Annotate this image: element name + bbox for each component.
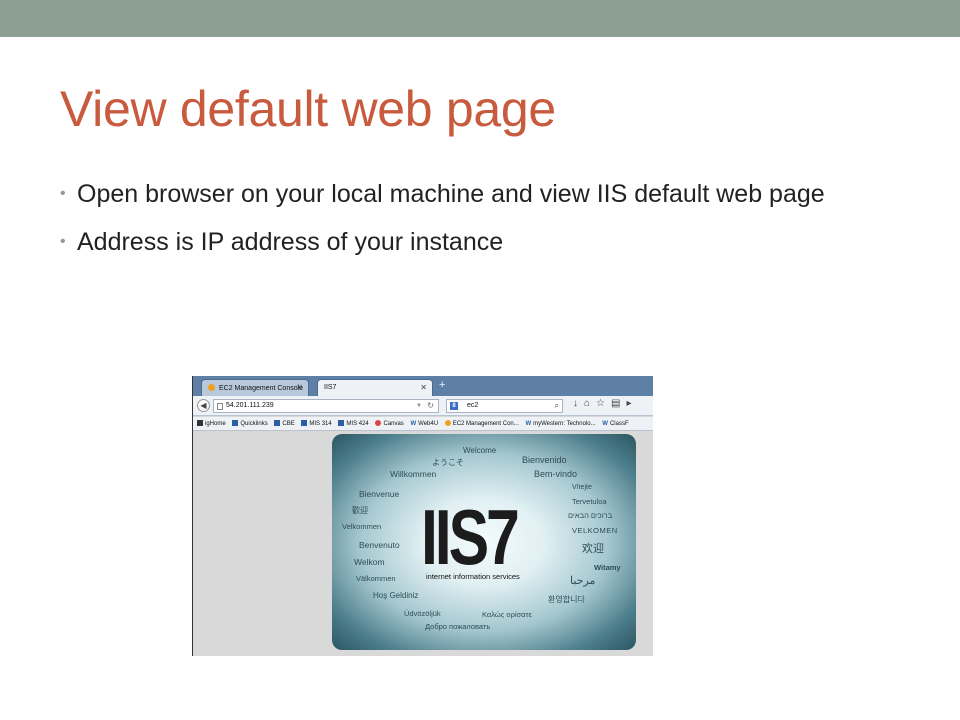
address-value: 54.201.111.239 (226, 402, 274, 409)
search-value: ec2 (467, 402, 479, 409)
bookmark-icon (375, 420, 382, 426)
welcome-word: Üdvözöljük (404, 609, 441, 618)
bullet-text: Address is IP address of your instance (77, 228, 504, 256)
bookmark-item[interactable]: W ClassF (602, 417, 629, 430)
toolbar-icons: ↓⌂☆▤▸ (573, 398, 638, 409)
bookmark-label: myWestern: Technolo... (533, 421, 596, 427)
new-tab-button[interactable]: + (439, 379, 445, 391)
address-bar[interactable]: 54.201.111.239 ▼ ↻ (213, 399, 439, 413)
welcome-word: Bienvenido (522, 455, 567, 465)
bookmark-label: MIS 424 (346, 421, 369, 427)
welcome-word: Vítejte (572, 484, 592, 491)
slide-title: View default web page (60, 81, 556, 137)
bookmark-icon: W (410, 421, 417, 427)
bookmark-item[interactable]: CBE (274, 417, 295, 430)
page-icon (217, 403, 223, 410)
refresh-icon[interactable]: ↻ (427, 400, 434, 412)
page-content: Welcome ようこそ Bienvenido Willkommen Bem-v… (193, 432, 653, 656)
bookmark-icon (338, 420, 345, 426)
bookmark-item[interactable]: MIS 424 (338, 417, 369, 430)
bookmark-label: CBE (282, 421, 295, 427)
top-accent-band (0, 0, 960, 37)
bullet-list: • Open browser on your local machine and … (60, 175, 910, 271)
star-icon[interactable]: ☆ (596, 398, 611, 409)
bookmark-label: ClassF (609, 421, 629, 427)
search-engine-icon[interactable]: 8 (450, 402, 458, 410)
welcome-word: Welkom (354, 557, 385, 567)
welcome-word: Tervetuloa (572, 497, 607, 506)
welcome-word: Bem-vindo (534, 469, 578, 479)
welcome-word: Velkommen (342, 522, 382, 531)
aws-icon (208, 384, 215, 391)
bookmark-label: Canvas (383, 421, 404, 427)
navigation-bar: ◀ 54.201.111.239 ▼ ↻ 8 ec2 ⌕ ↓⌂☆▤▸ (193, 396, 653, 416)
bookmark-icon (232, 420, 239, 426)
welcome-word: Bienvenue (359, 489, 400, 499)
tab-label: IIS7 (324, 384, 337, 391)
bullet-icon: • (60, 233, 66, 250)
tab-label: EC2 Management Console (219, 385, 304, 392)
bullet-icon: • (60, 185, 66, 202)
welcome-word: Welcome (463, 446, 497, 455)
tab-bar: EC2 Management Console ✕ IIS7 ✕ + (193, 376, 653, 396)
bookmarks-bar: igHome Quicklinks CBE MIS 314 MIS 424 Ca… (193, 417, 653, 431)
bookmark-item[interactable]: WmyWestern: Technolo... (525, 417, 596, 430)
home-icon[interactable]: ⌂ (584, 398, 596, 409)
bullet-item: • Address is IP address of your instance (60, 223, 910, 261)
browser-screenshot: EC2 Management Console ✕ IIS7 ✕ + ◀ 54.2… (192, 376, 653, 656)
bookmark-icon (197, 420, 203, 426)
welcome-word: VELKOMEN (572, 526, 618, 535)
welcome-word: ようこそ (432, 458, 464, 467)
search-box[interactable]: 8 ec2 ⌕ (446, 399, 563, 413)
back-icon[interactable]: ◀ (197, 399, 210, 412)
bookmark-icon: W (525, 421, 532, 427)
bookmark-label: MIS 314 (309, 421, 332, 427)
bookmark-label: Web4U (418, 421, 439, 427)
clipboard-icon[interactable]: ▤ (611, 398, 626, 409)
bookmark-label: igHome (205, 421, 226, 427)
welcome-word: ברוכים הבאים (568, 511, 613, 520)
welcome-word: Добро пожаловать (425, 622, 491, 631)
welcome-word: 歡迎 (352, 506, 368, 515)
bookmark-item[interactable]: igHome (197, 417, 226, 430)
tab-iis7[interactable]: IIS7 ✕ (317, 379, 433, 396)
close-icon[interactable]: ✕ (420, 383, 427, 392)
welcome-word: مرحبا (570, 575, 596, 587)
bookmark-icon (444, 420, 451, 426)
bullet-item: • Open browser on your local machine and … (60, 175, 910, 213)
welcome-word: 환영합니다 (548, 595, 585, 604)
welcome-word: Välkommen (356, 574, 396, 583)
dropdown-icon[interactable]: ▼ (416, 400, 422, 412)
tab-ec2-console[interactable]: EC2 Management Console ✕ (201, 379, 309, 396)
bookmark-item[interactable]: MIS 314 (301, 417, 332, 430)
welcome-word: Willkommen (390, 469, 437, 479)
welcome-word: Hoş Geldiniz (373, 591, 419, 600)
bookmark-item[interactable]: EC2 Management Con... (444, 417, 519, 430)
overflow-icon[interactable]: ▸ (626, 398, 637, 409)
bookmark-icon (274, 420, 281, 426)
bookmark-item[interactable]: W Web4U (410, 417, 439, 430)
iis-welcome-image: Welcome ようこそ Bienvenido Willkommen Bem-v… (332, 434, 636, 650)
welcome-word: Benvenuto (359, 540, 400, 550)
search-icon[interactable]: ⌕ (555, 400, 559, 412)
bookmark-icon (301, 420, 308, 426)
download-icon[interactable]: ↓ (573, 398, 584, 409)
welcome-word: Witamy (594, 563, 621, 572)
bookmark-item[interactable]: Canvas (375, 417, 404, 430)
bookmark-label: EC2 Management Con... (452, 421, 519, 427)
iis-subtitle: internet information services (426, 572, 520, 581)
bullet-text: Open browser on your local machine and v… (77, 180, 825, 208)
bookmark-icon: W (602, 421, 608, 427)
close-icon[interactable]: ✕ (296, 383, 303, 392)
welcome-word: Καλώς ορίσατε (482, 610, 532, 619)
bookmark-label: Quicklinks (240, 421, 268, 427)
iis7-logo: IIS7 (421, 493, 520, 581)
bookmark-item[interactable]: Quicklinks (232, 417, 268, 430)
welcome-word: 欢迎 (582, 543, 604, 555)
